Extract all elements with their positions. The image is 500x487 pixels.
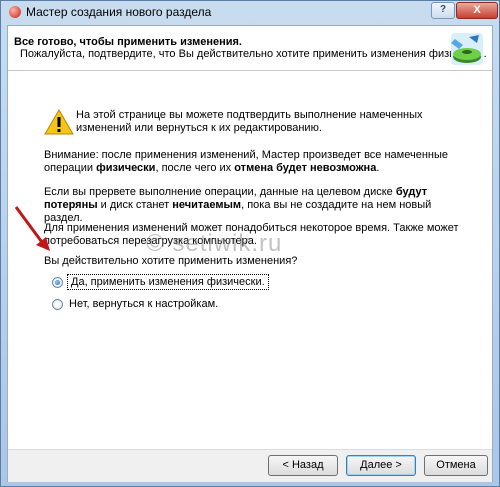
warning-icon bbox=[44, 109, 74, 135]
caution-text: . bbox=[376, 162, 380, 174]
option-apply-label[interactable]: Да, применить изменения физически. bbox=[67, 274, 269, 290]
paragraph-caution: Внимание: после применения изменений, Ма… bbox=[44, 149, 464, 175]
data-loss-text: и диск станет bbox=[97, 199, 173, 211]
data-loss-emphasis: нечитаемым bbox=[172, 199, 242, 211]
help-button[interactable]: ? bbox=[431, 2, 455, 19]
option-back-label[interactable]: Нет, вернуться к настройкам. bbox=[69, 298, 218, 310]
app-icon bbox=[9, 6, 21, 18]
next-button[interactable]: Далее > bbox=[346, 455, 416, 476]
back-button[interactable]: < Назад bbox=[268, 455, 338, 476]
disk-wizard-icon bbox=[451, 33, 483, 65]
page-subtitle: Пожалуйста, подтвердите, что Вы действит… bbox=[20, 48, 487, 60]
wizard-header: Все готово, чтобы применить изменения. П… bbox=[8, 26, 492, 71]
wizard-footer: < Назад Далее > Отмена bbox=[8, 449, 492, 482]
caution-emphasis: отмена будет невозможна bbox=[234, 162, 377, 174]
watermark: © setiwik.ru bbox=[146, 230, 283, 257]
radio-apply[interactable] bbox=[52, 276, 63, 288]
pointer-arrow-icon bbox=[14, 206, 50, 251]
window-title: Мастер создания нового раздела bbox=[26, 5, 212, 19]
data-loss-text: Если вы прервете выполнение операции, да… bbox=[44, 186, 396, 198]
cancel-button[interactable]: Отмена bbox=[424, 455, 488, 476]
warning-text: На этой странице вы можете подтвердить в… bbox=[76, 109, 423, 134]
radio-back[interactable] bbox=[52, 298, 63, 310]
caution-text: , после чего их bbox=[155, 162, 235, 174]
caution-emphasis: физически bbox=[96, 162, 156, 174]
option-apply[interactable]: Да, применить изменения физически. bbox=[52, 274, 269, 290]
wizard-body: На этой странице вы можете подтвердить в… bbox=[8, 71, 492, 449]
close-button[interactable]: X bbox=[456, 2, 498, 19]
option-back[interactable]: Нет, вернуться к настройкам. bbox=[52, 298, 218, 310]
title-bar: Мастер создания нового раздела ? X bbox=[1, 1, 499, 23]
page-title: Все готово, чтобы применить изменения. bbox=[14, 36, 242, 48]
paragraph-data-loss: Если вы прервете выполнение операции, да… bbox=[44, 186, 464, 225]
